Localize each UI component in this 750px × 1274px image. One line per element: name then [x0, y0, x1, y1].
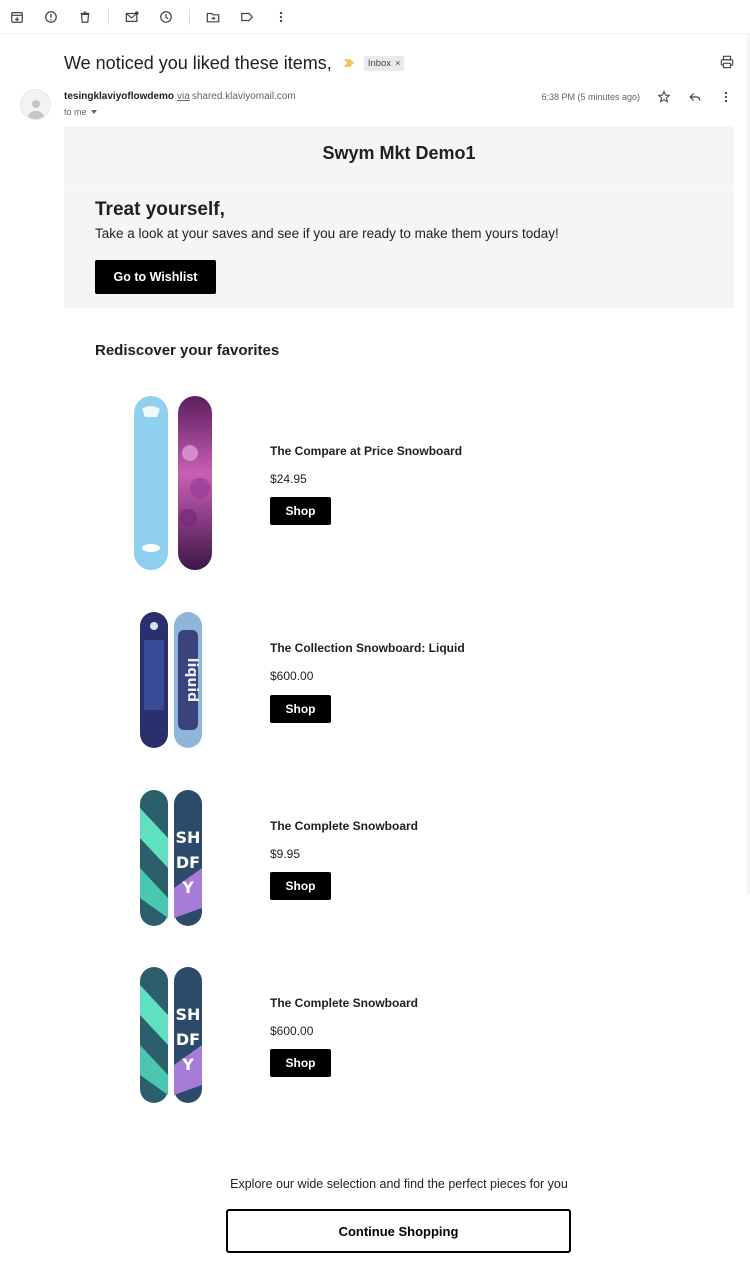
hero-title: Treat yourself,	[95, 199, 225, 220]
sender-name[interactable]: tesingklaviyoflowdemo	[64, 91, 174, 102]
subject-row: We noticed you liked these items, Inbox …	[64, 50, 405, 76]
move-to-icon[interactable]	[204, 8, 222, 26]
product-price: $9.95	[270, 847, 301, 861]
toolbar-divider	[189, 8, 190, 25]
email-timestamp: 6:38 PM (5 minutes ago)	[541, 92, 640, 102]
svg-text:DF: DF	[176, 853, 200, 872]
shop-button[interactable]: Shop	[270, 695, 331, 723]
snowboard-image[interactable]: liquid	[128, 610, 223, 750]
continue-shopping-button[interactable]: Continue Shopping	[226, 1209, 571, 1253]
product-price: $600.00	[270, 669, 314, 683]
go-to-wishlist-button[interactable]: Go to Wishlist	[95, 260, 216, 294]
snowboard-image[interactable]: SH DF Y	[128, 965, 223, 1105]
print-icon[interactable]	[720, 55, 734, 69]
inbox-label-text: Inbox	[367, 57, 392, 69]
product-price: $24.95	[270, 472, 307, 486]
snowboard-image[interactable]: SH DF Y	[128, 788, 223, 928]
importance-marker-icon[interactable]	[343, 59, 354, 67]
snooze-icon[interactable]	[157, 8, 175, 26]
hero-section: Swym Mkt Demo1 Treat yourself, Take a lo…	[64, 126, 734, 308]
recipient-text: to me	[64, 107, 87, 117]
svg-text:Y: Y	[181, 878, 194, 897]
hero-divider	[64, 185, 734, 186]
star-icon[interactable]	[657, 90, 671, 104]
more-icon[interactable]	[272, 8, 290, 26]
sender-avatar[interactable]	[20, 89, 51, 120]
svg-text:SH: SH	[176, 1005, 201, 1024]
product-name[interactable]: The Complete Snowboard	[270, 819, 418, 833]
brand-name: Swym Mkt Demo1	[322, 143, 476, 163]
sender-domain: shared.klaviyomail.com	[191, 91, 296, 102]
mark-unread-icon[interactable]	[123, 8, 141, 26]
label-icon[interactable]	[238, 8, 256, 26]
svg-text:liquid: liquid	[184, 658, 200, 702]
report-spam-icon[interactable]	[42, 8, 60, 26]
product-price: $600.00	[270, 1024, 314, 1038]
product-name[interactable]: The Compare at Price Snowboard	[270, 444, 462, 458]
product-name[interactable]: The Complete Snowboard	[270, 996, 418, 1010]
shop-button[interactable]: Shop	[270, 497, 331, 525]
product-name[interactable]: The Collection Snowboard: Liquid	[270, 641, 465, 655]
delete-icon[interactable]	[76, 8, 94, 26]
more-options-icon[interactable]	[719, 90, 733, 104]
email-toolbar	[0, 0, 750, 34]
svg-text:SH: SH	[176, 828, 201, 847]
person-icon	[26, 100, 45, 119]
reply-icon[interactable]	[688, 90, 702, 104]
toolbar-divider	[108, 8, 109, 25]
recipient-details-toggle[interactable]: to me	[64, 107, 97, 117]
explore-text: Explore our wide selection and find the …	[230, 1177, 568, 1191]
email-subject: We noticed you liked these items,	[64, 52, 332, 73]
svg-text:DF: DF	[176, 1030, 200, 1049]
caret-down-icon	[90, 110, 97, 114]
svg-text:Y: Y	[181, 1055, 194, 1074]
favorites-title: Rediscover your favorites	[95, 342, 280, 359]
shop-button[interactable]: Shop	[270, 872, 331, 900]
sender-line: tesingklaviyoflowdemo via shared.klaviyoma…	[64, 91, 296, 102]
hero-text: Take a look at your saves and see if you…	[95, 226, 559, 241]
remove-label-icon[interactable]: ×	[395, 58, 400, 68]
shop-button[interactable]: Shop	[270, 1049, 331, 1077]
archive-icon[interactable]	[8, 8, 26, 26]
inbox-label-chip: Inbox ×	[363, 55, 405, 71]
via-link[interactable]: via	[177, 91, 190, 102]
snowboard-image[interactable]	[128, 393, 223, 573]
